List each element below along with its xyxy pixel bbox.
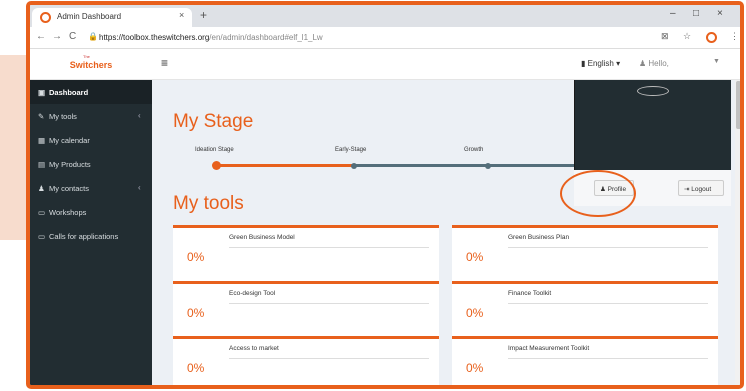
tool-name: Impact Measurement Toolkit xyxy=(508,345,590,352)
divider xyxy=(508,358,708,359)
sidebar-item-my-tools[interactable]: ✎ My tools ‹ xyxy=(30,104,152,128)
sidebar-item-my-calendar[interactable]: ▦ My calendar xyxy=(30,128,152,152)
user-menu[interactable]: ♟ Hello, xyxy=(639,59,669,68)
tool-name: Green Business Plan xyxy=(508,234,570,241)
divider xyxy=(229,303,429,304)
greeting-label: Hello, xyxy=(648,59,669,68)
favicon-icon xyxy=(40,12,51,23)
tool-name: Access to market xyxy=(229,345,279,352)
url-field[interactable]: https://toolbox.theswitchers.org/en/admi… xyxy=(99,33,323,42)
tool-card[interactable]: Eco-design Tool 0% xyxy=(173,281,439,338)
address-bar: ← → C 🔒 https://toolbox.theswitchers.org… xyxy=(30,27,740,49)
sidebar-label: Calls for applications xyxy=(49,232,119,241)
chevron-left-icon: ‹ xyxy=(138,111,141,120)
sidebar-label: My contacts xyxy=(49,184,90,193)
new-tab-button[interactable]: + xyxy=(200,8,207,22)
sidebar: ▣ Dashboard ✎ My tools ‹ ▦ My calendar ▤ My P… xyxy=(30,80,152,385)
stage-progress-todo xyxy=(354,164,594,167)
switchers-logo[interactable]: The Switchers xyxy=(30,49,152,80)
sidebar-label: My Products xyxy=(49,160,91,169)
tab-bar: Admin Dashboard × + – □ × xyxy=(30,5,740,27)
menu-toggle-icon[interactable]: ≡ xyxy=(161,56,168,70)
stage-marker xyxy=(485,163,491,169)
bookmark-star-icon[interactable]: ☆ xyxy=(683,31,691,42)
browser-menu-icon[interactable]: ⋮ xyxy=(730,31,739,42)
language-dropdown[interactable]: ▮ English ▾ xyxy=(581,59,620,68)
main-content: My Stage Ideation Stage Early-Stage Grow… xyxy=(152,80,740,385)
tool-card[interactable]: Green Business Plan 0% xyxy=(452,225,718,282)
sidebar-label: My tools xyxy=(49,112,77,121)
dashboard-icon: ▣ xyxy=(38,88,46,97)
tool-progress: 0% xyxy=(466,306,484,320)
logout-label: Logout xyxy=(691,186,712,193)
background-panel xyxy=(0,55,26,240)
highlight-circle xyxy=(560,170,636,217)
tool-progress: 0% xyxy=(187,306,205,320)
minimize-icon[interactable]: – xyxy=(670,8,676,19)
contacts-icon: ♟ xyxy=(38,184,45,193)
tool-card[interactable]: Access to market 0% xyxy=(173,336,439,385)
stage-label-early: Early-Stage xyxy=(335,147,367,153)
translate-icon[interactable]: ⊠ xyxy=(661,31,669,42)
divider xyxy=(508,247,708,248)
tools-heading: My tools xyxy=(173,193,244,214)
tool-card[interactable]: Finance Toolkit 0% xyxy=(452,281,718,338)
sidebar-label: Workshops xyxy=(49,208,87,217)
sidebar-item-my-contacts[interactable]: ♟ My contacts ‹ xyxy=(30,176,152,200)
stage-marker xyxy=(351,163,357,169)
sidebar-item-workshops[interactable]: ▭ Workshops xyxy=(30,200,152,224)
tool-progress: 0% xyxy=(466,361,484,375)
reload-icon[interactable]: C xyxy=(69,31,76,42)
top-navbar: The Switchers ≡ ▮ English ▾ ♟ Hello, ▼ xyxy=(30,49,740,80)
tool-progress: 0% xyxy=(187,250,205,264)
tab-close-icon[interactable]: × xyxy=(179,10,184,20)
stage-label-growth: Growth xyxy=(464,147,484,153)
tool-card[interactable]: Green Business Model 0% xyxy=(173,225,439,282)
divider xyxy=(229,247,429,248)
logo-prefix: The xyxy=(83,54,90,59)
wrench-icon: ✎ xyxy=(38,112,45,121)
divider xyxy=(508,303,708,304)
sidebar-item-dashboard[interactable]: ▣ Dashboard xyxy=(30,80,152,104)
sidebar-item-my-products[interactable]: ▤ My Products xyxy=(30,152,152,176)
language-label: English xyxy=(587,59,614,68)
browser-tab[interactable]: Admin Dashboard × xyxy=(32,8,192,27)
scrollbar-thumb[interactable] xyxy=(736,81,740,129)
tool-progress: 0% xyxy=(466,250,484,264)
avatar xyxy=(637,86,669,96)
sidebar-label: Dashboard xyxy=(49,88,89,97)
logout-button[interactable]: ⇥ Logout xyxy=(678,180,724,196)
products-icon: ▤ xyxy=(38,160,46,169)
lock-icon: 🔒 xyxy=(88,32,98,41)
url-path: /en/admin/dashboard#elf_l1_Lw xyxy=(209,33,323,42)
extension-icon[interactable] xyxy=(706,32,717,43)
forward-icon[interactable]: → xyxy=(52,31,62,42)
tool-progress: 0% xyxy=(187,361,205,375)
monitor-icon: ▭ xyxy=(38,232,46,241)
logo-text: Switchers xyxy=(69,60,113,70)
monitor-icon: ▭ xyxy=(38,208,46,217)
back-icon[interactable]: ← xyxy=(36,31,46,42)
maximize-icon[interactable]: □ xyxy=(693,8,699,19)
window-close-icon[interactable]: × xyxy=(717,8,723,19)
sidebar-label: My calendar xyxy=(49,136,90,145)
stage-heading: My Stage xyxy=(173,111,254,132)
divider xyxy=(229,358,429,359)
tab-title: Admin Dashboard xyxy=(57,12,122,21)
app: The Switchers ≡ ▮ English ▾ ♟ Hello, ▼ ▣… xyxy=(30,49,740,385)
stage-marker-current xyxy=(212,161,221,170)
user-caret-icon[interactable]: ▼ xyxy=(713,58,720,65)
stage-label-ideation: Ideation Stage xyxy=(195,147,234,153)
chevron-left-icon: ‹ xyxy=(138,183,141,192)
url-host: https://toolbox.theswitchers.org xyxy=(99,33,210,42)
tool-name: Eco-design Tool xyxy=(229,290,276,297)
browser-window: Admin Dashboard × + – □ × ← → C 🔒 https:… xyxy=(26,1,744,389)
tool-card[interactable]: Impact Measurement Toolkit 0% xyxy=(452,336,718,385)
user-profile-panel xyxy=(574,80,731,170)
stage-progress-done xyxy=(216,164,354,167)
sidebar-item-calls-for-applications[interactable]: ▭ Calls for applications xyxy=(30,224,152,248)
tool-name: Green Business Model xyxy=(229,234,295,241)
tool-name: Finance Toolkit xyxy=(508,290,552,297)
calendar-icon: ▦ xyxy=(38,136,46,145)
